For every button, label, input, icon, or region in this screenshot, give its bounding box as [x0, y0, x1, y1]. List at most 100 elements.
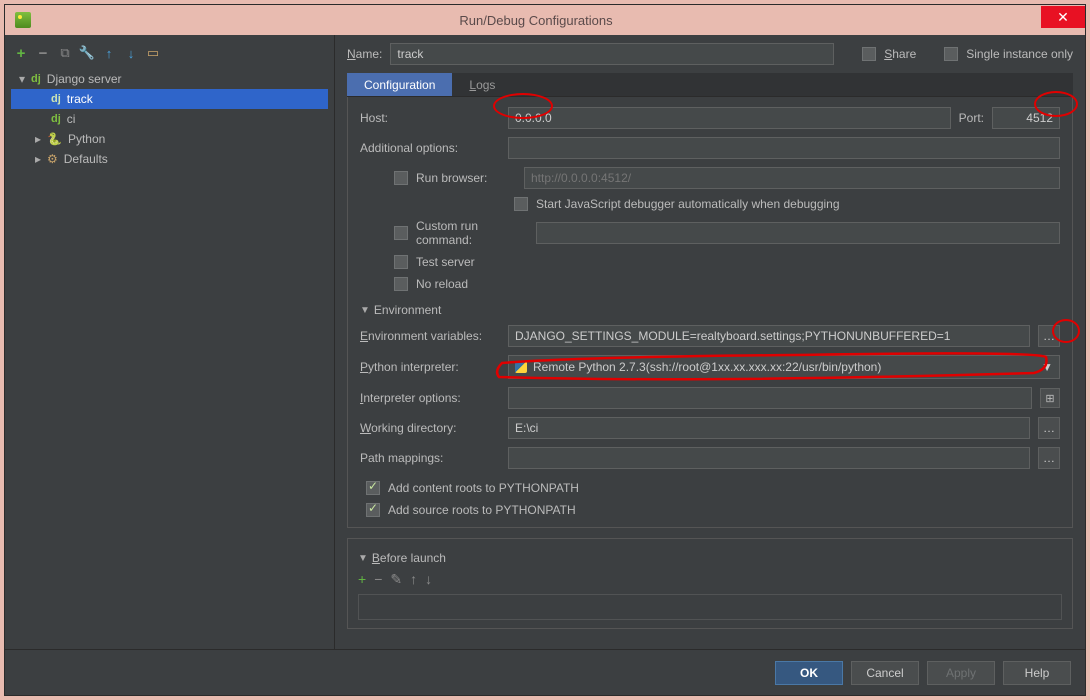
interpreter-label: Python interpreter:	[360, 360, 500, 374]
ok-button[interactable]: OK	[775, 661, 843, 685]
working-directory-label: Working directory:	[360, 421, 500, 435]
host-label: Host:	[360, 111, 500, 125]
window-title: Run/Debug Configurations	[31, 13, 1041, 28]
port-label: Port:	[959, 111, 984, 125]
move-down-icon[interactable]: ↓	[425, 571, 432, 588]
add-source-roots-checkbox[interactable]	[366, 503, 380, 517]
js-debugger-checkbox[interactable]	[514, 197, 528, 211]
single-instance-label: Single instance only	[966, 47, 1073, 61]
run-browser-label: Run browser:	[416, 171, 516, 185]
interpreter-options-label: Interpreter options:	[360, 391, 500, 405]
django-icon: dj	[51, 93, 61, 105]
config-tree: ▾ dj Django server dj track dj ci ▸ 🐍 Py…	[11, 69, 328, 169]
custom-run-checkbox[interactable]	[394, 226, 408, 240]
no-reload-checkbox[interactable]	[394, 277, 408, 291]
move-up-icon[interactable]: ↑	[410, 571, 417, 588]
no-reload-label: No reload	[416, 277, 468, 291]
run-browser-checkbox[interactable]	[394, 171, 408, 185]
name-label: Name:	[347, 47, 382, 61]
down-icon[interactable]: ↓	[123, 45, 139, 61]
working-directory-browse-button[interactable]: …	[1038, 417, 1060, 439]
before-launch-header[interactable]: ▼ Before launch	[358, 551, 1062, 565]
django-icon: dj	[31, 73, 41, 85]
folder-icon[interactable]: ▭	[145, 45, 161, 61]
expand-icon[interactable]: ▸	[35, 132, 47, 146]
name-row: Name: Share Single instance only	[347, 43, 1073, 65]
add-source-roots-label: Add source roots to PYTHONPATH	[388, 503, 576, 517]
tree-node-track[interactable]: dj track	[11, 89, 328, 109]
tab-logs[interactable]: Logs	[452, 73, 512, 96]
add-content-roots-checkbox[interactable]	[366, 481, 380, 495]
expand-icon[interactable]: ▾	[19, 72, 31, 86]
tree-label: Defaults	[64, 152, 108, 166]
before-launch-list[interactable]	[358, 594, 1062, 620]
path-mappings-input[interactable]	[508, 447, 1030, 469]
working-directory-input[interactable]	[508, 417, 1030, 439]
test-server-label: Test server	[416, 255, 475, 269]
custom-run-label: Custom run command:	[416, 219, 528, 247]
dialog-window: Run/Debug Configurations ✕ + − ⧉ 🔧 ↑ ↓ ▭…	[4, 4, 1086, 696]
close-button[interactable]: ✕	[1041, 6, 1085, 28]
single-instance-checkbox[interactable]	[944, 47, 958, 61]
dialog-body: + − ⧉ 🔧 ↑ ↓ ▭ ▾ dj Django server dj trac…	[5, 35, 1085, 649]
path-mappings-browse-button[interactable]: …	[1038, 447, 1060, 469]
env-vars-browse-button[interactable]: …	[1038, 325, 1060, 347]
tree-node-python[interactable]: ▸ 🐍 Python	[11, 129, 328, 149]
remove-icon[interactable]: −	[35, 45, 51, 61]
path-mappings-label: Path mappings:	[360, 451, 500, 465]
env-vars-label: Environment variables:	[360, 329, 500, 343]
django-icon: dj	[51, 113, 61, 125]
collapse-icon: ▼	[358, 553, 368, 564]
port-input[interactable]	[992, 107, 1060, 129]
up-icon[interactable]: ↑	[101, 45, 117, 61]
add-icon[interactable]: +	[13, 45, 29, 61]
name-input[interactable]	[390, 43, 834, 65]
js-debugger-label: Start JavaScript debugger automatically …	[536, 197, 840, 211]
interpreter-value: Remote Python 2.7.3(ssh://root@1xx.xx.xx…	[533, 360, 881, 374]
environment-section-header[interactable]: ▼ Environment	[360, 303, 1060, 317]
title-bar: Run/Debug Configurations ✕	[5, 5, 1085, 35]
expand-options-button[interactable]: ⊞	[1040, 388, 1060, 408]
share-label: Share	[884, 47, 916, 61]
sidebar: + − ⧉ 🔧 ↑ ↓ ▭ ▾ dj Django server dj trac…	[5, 35, 335, 649]
copy-icon[interactable]: ⧉	[57, 45, 73, 61]
python-icon: 🐍	[47, 132, 62, 146]
tab-configuration[interactable]: Configuration	[347, 73, 452, 96]
dialog-footer: OK Cancel Apply Help	[5, 649, 1085, 695]
additional-options-label: Additional options:	[360, 141, 500, 155]
remove-task-icon[interactable]: −	[374, 571, 382, 588]
interpreter-select[interactable]: Remote Python 2.7.3(ssh://root@1xx.xx.xx…	[508, 355, 1060, 379]
run-browser-input[interactable]	[524, 167, 1060, 189]
test-server-checkbox[interactable]	[394, 255, 408, 269]
tree-label: Django server	[47, 72, 122, 86]
add-content-roots-label: Add content roots to PYTHONPATH	[388, 481, 579, 495]
custom-run-input[interactable]	[536, 222, 1060, 244]
share-checkbox[interactable]	[862, 47, 876, 61]
main-panel: Name: Share Single instance only Configu…	[335, 35, 1085, 649]
tree-node-ci[interactable]: dj ci	[11, 109, 328, 129]
wrench-icon[interactable]: 🔧	[79, 45, 95, 61]
before-launch-section: ▼ Before launch + − ✎ ↑ ↓	[347, 538, 1073, 629]
apply-button[interactable]: Apply	[927, 661, 995, 685]
env-vars-input[interactable]	[508, 325, 1030, 347]
tree-label: ci	[67, 112, 76, 126]
edit-task-icon[interactable]: ✎	[390, 571, 402, 588]
app-icon	[15, 12, 31, 28]
config-form: Host: Port: Additional options: Run brow…	[347, 97, 1073, 528]
sidebar-toolbar: + − ⧉ 🔧 ↑ ↓ ▭	[11, 41, 328, 67]
tree-node-django[interactable]: ▾ dj Django server	[11, 69, 328, 89]
before-launch-toolbar: + − ✎ ↑ ↓	[358, 571, 1062, 588]
tree-label: track	[67, 92, 93, 106]
add-task-icon[interactable]: +	[358, 571, 366, 588]
python-icon	[515, 361, 527, 373]
dropdown-icon: ▼	[1041, 360, 1053, 374]
tree-node-defaults[interactable]: ▸ ⚙ Defaults	[11, 149, 328, 169]
host-input[interactable]	[508, 107, 951, 129]
additional-options-input[interactable]	[508, 137, 1060, 159]
interpreter-options-input[interactable]	[508, 387, 1032, 409]
settings-icon: ⚙	[47, 152, 58, 166]
expand-icon[interactable]: ▸	[35, 152, 47, 166]
tab-bar: Configuration Logs	[347, 73, 1073, 97]
help-button[interactable]: Help	[1003, 661, 1071, 685]
cancel-button[interactable]: Cancel	[851, 661, 919, 685]
